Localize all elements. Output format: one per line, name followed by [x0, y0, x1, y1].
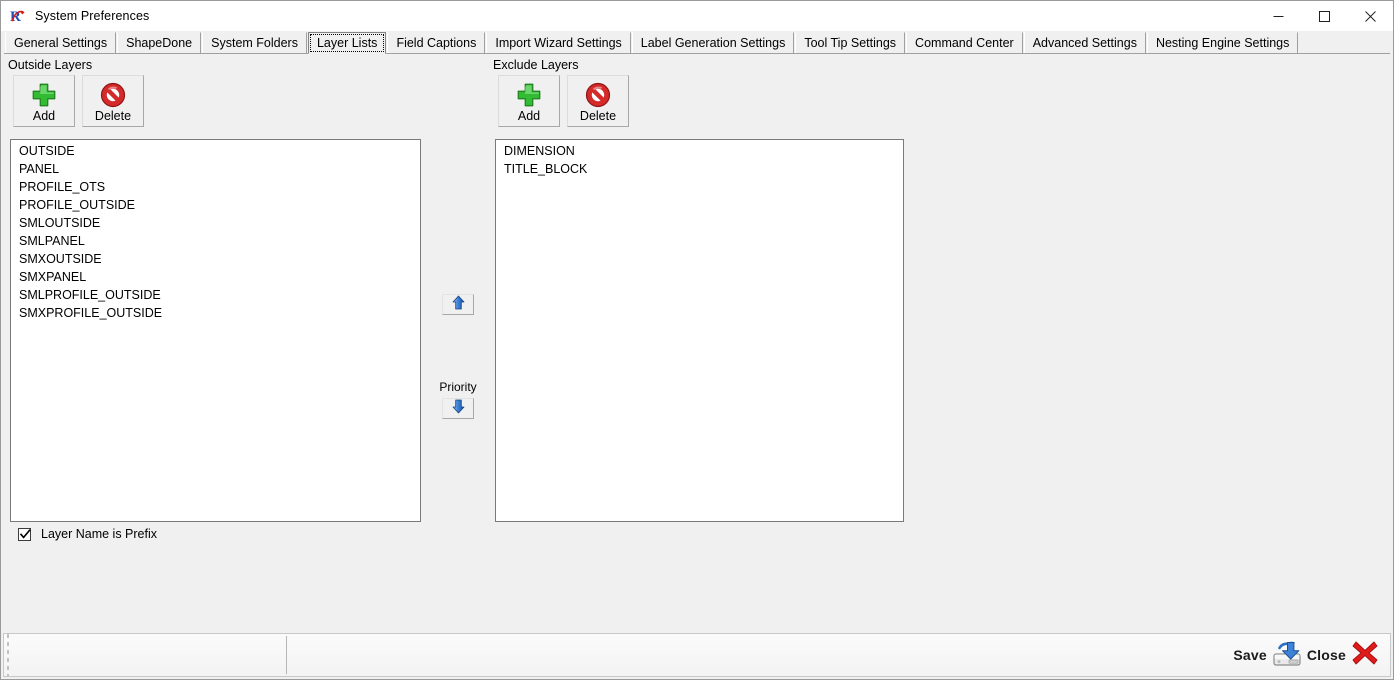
checkmark-icon: [20, 528, 31, 539]
tab-label: Command Center: [915, 35, 1014, 50]
tab-tool-tip-settings[interactable]: Tool Tip Settings: [795, 32, 906, 53]
minimize-button[interactable]: [1255, 1, 1301, 31]
exclude-layers-add-label: Add: [517, 109, 541, 123]
tab-field-captions[interactable]: Field Captions: [387, 32, 486, 53]
tab-page-layer-lists: Outside Layers Add Delete OUTSIDE PANEL …: [4, 53, 1390, 633]
outside-layers-add-label: Add: [32, 109, 56, 123]
list-item[interactable]: SMXPANEL: [11, 268, 420, 286]
window-title: System Preferences: [35, 9, 150, 23]
layer-name-is-prefix-label: Layer Name is Prefix: [41, 527, 158, 541]
tab-shapedone[interactable]: ShapeDone: [117, 32, 202, 53]
tab-label-generation-settings[interactable]: Label Generation Settings: [631, 32, 795, 53]
tab-general-settings[interactable]: General Settings: [5, 32, 117, 53]
list-item[interactable]: DIMENSION: [496, 142, 903, 160]
save-button-label: Save: [1233, 647, 1267, 663]
layer-name-is-prefix-checkbox[interactable]: Layer Name is Prefix: [18, 527, 157, 541]
arrow-down-icon: [451, 399, 466, 419]
tab-label: General Settings: [14, 35, 108, 50]
exclude-layers-add-button[interactable]: Add: [498, 75, 560, 127]
tab-label: Nesting Engine Settings: [1155, 35, 1290, 50]
tab-label: System Folders: [211, 35, 298, 50]
red-no-entry-icon: [583, 80, 613, 110]
outside-layers-group-label: Outside Layers: [8, 58, 93, 72]
status-pane-left: [11, 634, 286, 676]
list-item[interactable]: TITLE_BLOCK: [496, 160, 903, 178]
exclude-layers-group-label: Exclude Layers: [493, 58, 579, 72]
green-plus-icon: [29, 80, 59, 110]
tab-label: ShapeDone: [126, 35, 193, 50]
list-item[interactable]: SMLPROFILE_OUTSIDE: [11, 286, 420, 304]
priority-up-button[interactable]: [442, 294, 474, 315]
green-plus-icon: [514, 80, 544, 110]
save-button[interactable]: Save: [1231, 633, 1305, 677]
tab-label: Field Captions: [396, 35, 477, 50]
app-logo-icon: R: [9, 7, 27, 25]
tab-system-folders[interactable]: System Folders: [202, 32, 307, 53]
system-preferences-window: R System Preferences General Settings Sh…: [0, 0, 1394, 680]
outside-layers-add-button[interactable]: Add: [13, 75, 75, 127]
exclude-layers-listbox[interactable]: DIMENSION TITLE_BLOCK: [495, 139, 904, 522]
tab-label: Advanced Settings: [1032, 35, 1137, 50]
checkbox-box[interactable]: [18, 527, 31, 541]
outside-layers-delete-button[interactable]: Delete: [82, 75, 144, 127]
window-controls: [1255, 1, 1393, 31]
status-pane-right: [287, 634, 1231, 676]
save-disk-icon: [1271, 637, 1303, 674]
list-item[interactable]: SMXOUTSIDE: [11, 250, 420, 268]
tab-label: Tool Tip Settings: [804, 35, 897, 50]
priority-down-button[interactable]: [442, 398, 474, 419]
list-item[interactable]: OUTSIDE: [11, 142, 420, 160]
outside-layers-listbox[interactable]: OUTSIDE PANEL PROFILE_OTS PROFILE_OUTSIDE SM…: [10, 139, 421, 522]
titlebar: R System Preferences: [1, 1, 1393, 31]
red-x-icon: [1350, 638, 1380, 673]
list-item[interactable]: SMLOUTSIDE: [11, 214, 420, 232]
red-no-entry-icon: [98, 80, 128, 110]
exclude-layers-delete-label: Delete: [579, 109, 617, 123]
priority-label: Priority: [439, 380, 477, 394]
outside-layers-delete-label: Delete: [94, 109, 132, 123]
close-button[interactable]: [1347, 1, 1393, 31]
close-button-label: Close: [1306, 647, 1346, 663]
exclude-layers-delete-button[interactable]: Delete: [567, 75, 629, 127]
list-item[interactable]: PROFILE_OTS: [11, 178, 420, 196]
close-action-button[interactable]: Close: [1305, 633, 1390, 677]
tab-label: Import Wizard Settings: [495, 35, 622, 50]
list-item[interactable]: PROFILE_OUTSIDE: [11, 196, 420, 214]
tab-advanced-settings[interactable]: Advanced Settings: [1023, 32, 1146, 53]
tab-layer-lists[interactable]: Layer Lists: [307, 32, 387, 54]
tab-label: Label Generation Settings: [640, 35, 786, 50]
status-bar: Save Close: [3, 633, 1391, 677]
list-item[interactable]: SMLPANEL: [11, 232, 420, 250]
maximize-button[interactable]: [1301, 1, 1347, 31]
list-item[interactable]: SMXPROFILE_OUTSIDE: [11, 304, 420, 322]
list-item[interactable]: PANEL: [11, 160, 420, 178]
arrow-up-icon: [451, 295, 466, 315]
tab-command-center[interactable]: Command Center: [906, 32, 1023, 53]
tab-import-wizard-settings[interactable]: Import Wizard Settings: [486, 32, 631, 53]
tab-label: Layer Lists: [316, 35, 378, 50]
tab-nesting-engine-settings[interactable]: Nesting Engine Settings: [1146, 32, 1299, 53]
tab-strip: General Settings ShapeDone System Folders L…: [1, 31, 1393, 54]
